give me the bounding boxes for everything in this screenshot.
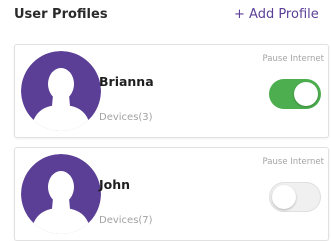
profile-name: Brianna [99, 74, 154, 89]
devices-count[interactable]: Devices(3) [99, 112, 153, 123]
section-title: User Profiles [14, 7, 108, 22]
profile-name: John [99, 177, 131, 192]
toggle-knob [272, 185, 296, 209]
toggle-knob [294, 82, 318, 106]
user-profiles-screen: User Profiles + Add Profile Brianna Devi… [0, 0, 331, 241]
avatar [21, 154, 101, 234]
pause-internet-label: Pause Internet [262, 54, 324, 64]
user-silhouette-icon [21, 154, 101, 234]
add-profile-button[interactable]: + Add Profile [234, 7, 319, 22]
profile-card-brianna[interactable]: Brianna Devices(3) Pause Internet [14, 44, 329, 138]
pause-internet-toggle[interactable] [269, 79, 321, 109]
pause-internet-label: Pause Internet [262, 157, 324, 167]
profile-card-john[interactable]: John Devices(7) Pause Internet [14, 147, 329, 241]
profiles-header: User Profiles + Add Profile [0, 0, 331, 32]
devices-count[interactable]: Devices(7) [99, 215, 153, 226]
pause-internet-toggle[interactable] [269, 182, 321, 212]
avatar [21, 51, 101, 131]
user-silhouette-icon [21, 51, 101, 131]
